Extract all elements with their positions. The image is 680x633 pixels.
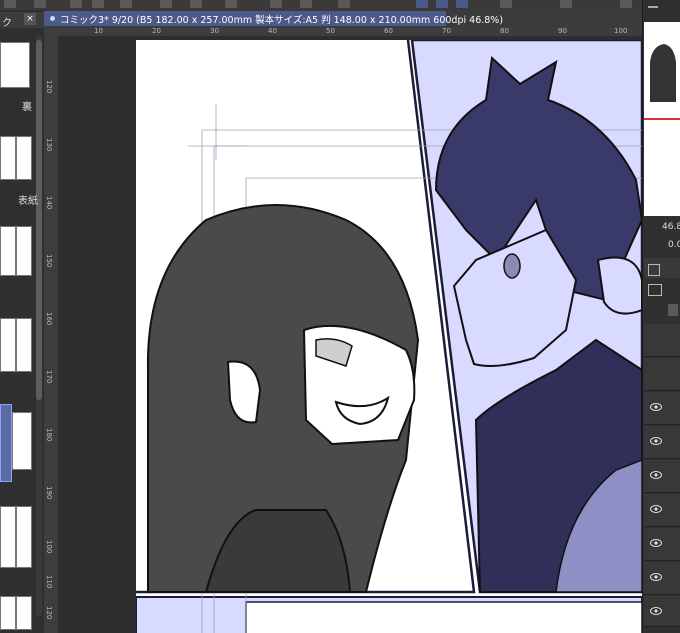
zoom-value[interactable]: 46.8 xyxy=(662,222,680,232)
layer-row[interactable] xyxy=(644,426,680,459)
blend-mode-icon[interactable] xyxy=(648,284,662,296)
close-icon[interactable]: × xyxy=(24,13,36,25)
ruler-tick-label: 90 xyxy=(558,27,567,35)
menu-icon[interactable] xyxy=(648,6,658,8)
select-pen-icon[interactable] xyxy=(456,0,468,8)
page-thumbnail[interactable] xyxy=(16,318,32,372)
page-thumbnail-active[interactable] xyxy=(12,412,32,470)
boy-eye xyxy=(503,253,521,279)
page-thumbnail[interactable] xyxy=(16,226,32,276)
ruler-tick-label: 40 xyxy=(268,27,277,35)
ruler-tick-label: 170 xyxy=(45,370,53,384)
page-thumbnail[interactable] xyxy=(0,136,16,180)
page-label: 裏 xyxy=(22,102,32,113)
manga-page-canvas[interactable] xyxy=(136,40,642,633)
page-thumbnail-selected[interactable] xyxy=(0,404,12,482)
layer-row[interactable] xyxy=(644,392,680,425)
horizontal-ruler[interactable] xyxy=(58,27,642,36)
ruler-tick-label: 20 xyxy=(152,27,161,35)
save-icon[interactable] xyxy=(120,0,132,8)
page-thumbnail[interactable] xyxy=(0,226,16,276)
top-toolbar xyxy=(0,0,680,10)
new-icon[interactable] xyxy=(70,0,82,8)
file-icon[interactable] xyxy=(34,0,46,8)
eye-icon[interactable] xyxy=(650,403,662,411)
ruler-tick-label: 30 xyxy=(210,27,219,35)
ruler-tick-label: 60 xyxy=(384,27,393,35)
select-lasso-icon[interactable] xyxy=(436,0,448,8)
eye-icon[interactable] xyxy=(650,437,662,445)
ruler-tick-label: 110 xyxy=(45,575,53,589)
select-rect-icon[interactable] xyxy=(416,0,428,8)
open-icon[interactable] xyxy=(92,0,104,8)
layer-row[interactable] xyxy=(644,460,680,493)
ruler-tick-label: 100 xyxy=(45,540,53,554)
page-panel-scroll-thumb[interactable] xyxy=(36,40,42,400)
page-thumbnail[interactable] xyxy=(16,596,32,630)
eye-icon[interactable] xyxy=(650,607,662,615)
ruler-tick-label: 140 xyxy=(45,196,53,210)
ruler-tick-label: 160 xyxy=(45,312,53,326)
navigator-thumbnail xyxy=(644,22,680,118)
ruler-icon[interactable] xyxy=(500,0,512,8)
navigator-page-area xyxy=(644,120,680,216)
ruler-tick-label: 120 xyxy=(45,80,53,94)
page-thumbnail[interactable] xyxy=(0,42,30,88)
ruler-tick-label: 130 xyxy=(45,138,53,152)
layer-row[interactable] xyxy=(644,596,680,627)
layer-row[interactable] xyxy=(644,358,680,391)
page-thumbnail[interactable] xyxy=(0,318,16,372)
ruler-tick-label: 10 xyxy=(94,27,103,35)
gear-icon[interactable] xyxy=(620,0,632,8)
document-tab-title: コミック3* 9/20 (B5 182.00 x 257.00mm 製本サイズ:… xyxy=(60,15,504,26)
page-thumbnail[interactable] xyxy=(0,596,16,630)
page-thumbnail[interactable] xyxy=(16,506,32,568)
layer-row[interactable] xyxy=(644,324,680,357)
layer-icon[interactable] xyxy=(648,264,660,276)
ruler-tick-label: 120 xyxy=(45,606,53,620)
ruler-tick-label: 190 xyxy=(45,486,53,500)
rotation-value[interactable]: 0.0 xyxy=(668,240,680,250)
ruler-tick-label: 150 xyxy=(45,254,53,268)
ruler-tick-label: 70 xyxy=(442,27,451,35)
chevron-updown-icon[interactable] xyxy=(664,284,674,294)
ruler-tick-label: 100 xyxy=(614,27,628,35)
bottom-inner-frame xyxy=(245,601,642,633)
ruler-tick-label: 50 xyxy=(326,27,335,35)
loading-icon[interactable] xyxy=(225,0,237,8)
undo-icon[interactable] xyxy=(160,0,172,8)
page-thumbnail[interactable] xyxy=(16,136,32,180)
eye-icon[interactable] xyxy=(650,505,662,513)
eye-icon[interactable] xyxy=(650,573,662,581)
layer-row[interactable] xyxy=(644,528,680,561)
transform-icon[interactable] xyxy=(300,0,312,8)
ruler-tick-label: 180 xyxy=(45,428,53,442)
lock-icon[interactable] xyxy=(668,304,678,316)
eye-icon[interactable] xyxy=(650,539,662,547)
clear-icon[interactable] xyxy=(338,0,350,8)
menu-icon[interactable] xyxy=(4,0,16,8)
layer-row[interactable] xyxy=(644,494,680,527)
ruler-tick-label: 80 xyxy=(500,27,509,35)
eye-icon[interactable] xyxy=(650,471,662,479)
layer-row[interactable] xyxy=(644,562,680,595)
page-label: 表紙 xyxy=(18,196,38,207)
page-thumbnail[interactable] xyxy=(0,506,16,568)
modified-dot-icon xyxy=(50,16,55,21)
page-panel-tab-label: ク xyxy=(2,18,12,29)
fill-icon[interactable] xyxy=(270,0,282,8)
snap-icon[interactable] xyxy=(560,0,572,8)
redo-icon[interactable] xyxy=(190,0,202,8)
